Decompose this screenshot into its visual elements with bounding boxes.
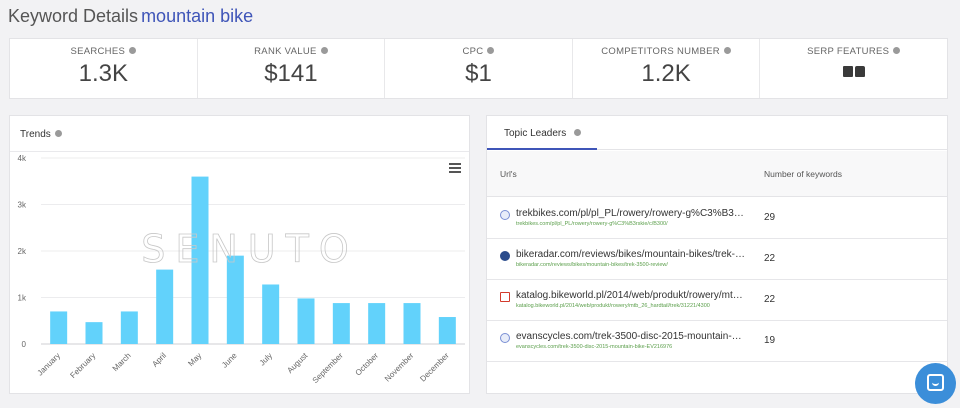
stat-label: SEARCHES xyxy=(70,46,126,57)
stat-label: CPC xyxy=(462,46,484,57)
stat-serp-features: SERP FEATURES xyxy=(760,39,947,98)
bar xyxy=(156,269,174,344)
row-url[interactable]: trekbikes.com/pl/pl_PL/rowery/rowery-g%C… xyxy=(516,208,746,219)
stat-value: $141 xyxy=(264,60,318,87)
table-row: evanscycles.com/trek-3500-disc-2015-moun… xyxy=(487,321,947,362)
trends-title: Trends xyxy=(20,129,62,140)
info-icon[interactable] xyxy=(54,129,62,137)
row-keyword-count: 19 xyxy=(764,335,776,346)
bar xyxy=(50,311,68,344)
bar xyxy=(297,298,315,344)
x-tick-label: November xyxy=(383,351,416,384)
info-icon[interactable] xyxy=(129,46,137,54)
row-keyword-count: 29 xyxy=(764,212,776,223)
senuto-watermark: SENUTO xyxy=(141,227,359,271)
column-header-url: Url's xyxy=(500,169,517,179)
x-tick-label: January xyxy=(36,351,62,377)
stat-label: COMPETITORS NUMBER xyxy=(601,46,720,57)
trends-chart: 0 1k 2k 3k 4k January February March April May Jun… xyxy=(18,154,465,385)
stat-rank-value: RANK VALUE $141 xyxy=(198,39,386,98)
trends-card: Trends 0 1k 2k 3k 4k January February March Apri… xyxy=(9,115,470,394)
globe-icon xyxy=(500,333,510,343)
stat-cpc: CPC $1 xyxy=(385,39,573,98)
row-url-sub: evanscycles.com/trek-3500-disc-2015-moun… xyxy=(516,344,673,350)
info-icon[interactable] xyxy=(487,46,495,54)
stats-bar: SEARCHES 1.3K RANK VALUE $141 CPC $1 COM… xyxy=(9,38,948,99)
chat-icon xyxy=(927,374,944,391)
row-url-sub: katalog.bikeworld.pl/2014/web/produkt/ro… xyxy=(516,303,710,309)
stat-competitors: COMPETITORS NUMBER 1.2K xyxy=(573,39,761,98)
tab-topic-leaders[interactable]: Topic Leaders xyxy=(487,116,597,150)
page-title: Keyword Details mountain bike xyxy=(8,6,253,30)
topic-leaders-card: Topic Leaders Url's Number of keywords t… xyxy=(486,115,948,394)
page-title-prefix: Keyword Details xyxy=(8,6,139,26)
y-tick-label: 0 xyxy=(22,340,27,349)
bar xyxy=(332,303,350,344)
column-header-keywords: Number of keywords xyxy=(764,169,842,179)
x-tick-label: August xyxy=(285,351,310,376)
tab-label: Topic Leaders xyxy=(504,128,567,139)
x-tick-label: December xyxy=(418,351,451,384)
trends-title-label: Trends xyxy=(20,129,51,140)
stat-label: RANK VALUE xyxy=(254,46,317,57)
bikeradar-favicon-icon xyxy=(500,251,510,261)
x-tick-label: October xyxy=(354,351,381,378)
x-tick-label: February xyxy=(68,351,97,380)
info-icon[interactable] xyxy=(893,46,901,54)
x-tick-label: March xyxy=(111,351,133,373)
row-keyword-count: 22 xyxy=(764,294,776,305)
x-tick-label: April xyxy=(150,351,168,369)
y-tick-label: 4k xyxy=(18,154,27,163)
y-tick-label: 3k xyxy=(18,201,27,210)
stat-value: 1.3K xyxy=(78,60,128,87)
row-url-sub: bikeradar.com/reviews/bikes/mountain-bik… xyxy=(516,262,668,268)
x-tick-label: September xyxy=(311,351,345,385)
table-header: Url's Number of keywords xyxy=(487,151,947,197)
bar xyxy=(438,317,456,344)
info-icon[interactable] xyxy=(574,128,582,136)
table-row: katalog.bikeworld.pl/2014/web/produkt/ro… xyxy=(487,280,947,321)
row-url[interactable]: evanscycles.com/trek-3500-disc-2015-moun… xyxy=(516,331,746,342)
globe-icon xyxy=(500,210,510,220)
table-row: trekbikes.com/pl/pl_PL/rowery/rowery-g%C… xyxy=(487,198,947,239)
page-title-keyword: mountain bike xyxy=(141,6,254,26)
bar xyxy=(120,311,138,344)
bar xyxy=(262,284,280,344)
shopping-bag-icon xyxy=(854,66,865,77)
x-tick-label: July xyxy=(258,351,274,367)
bar xyxy=(368,303,386,344)
bikeworld-favicon-icon xyxy=(500,292,510,302)
info-icon[interactable] xyxy=(723,46,731,54)
row-url[interactable]: katalog.bikeworld.pl/2014/web/produkt/ro… xyxy=(516,290,746,301)
row-url-sub: trekbikes.com/pl/pl_PL/rowery/rowery-g%C… xyxy=(516,221,668,227)
bar xyxy=(85,322,103,344)
image-icon xyxy=(842,66,853,77)
table-row: bikeradar.com/reviews/bikes/mountain-bik… xyxy=(487,239,947,280)
row-keyword-count: 22 xyxy=(764,253,776,264)
x-tick-label: May xyxy=(186,351,203,368)
stat-value: 1.2K xyxy=(641,60,691,87)
tab-bar: Topic Leaders xyxy=(487,116,947,150)
stat-value: $1 xyxy=(465,60,492,87)
x-tick-label: June xyxy=(220,351,239,370)
info-icon[interactable] xyxy=(320,46,328,54)
y-tick-label: 1k xyxy=(18,294,27,303)
stat-label: SERP FEATURES xyxy=(807,46,890,57)
bar xyxy=(403,303,421,344)
chat-button[interactable] xyxy=(915,363,956,404)
y-tick-label: 2k xyxy=(18,247,27,256)
stat-searches: SEARCHES 1.3K xyxy=(10,39,198,98)
row-url[interactable]: bikeradar.com/reviews/bikes/mountain-bik… xyxy=(516,249,746,260)
